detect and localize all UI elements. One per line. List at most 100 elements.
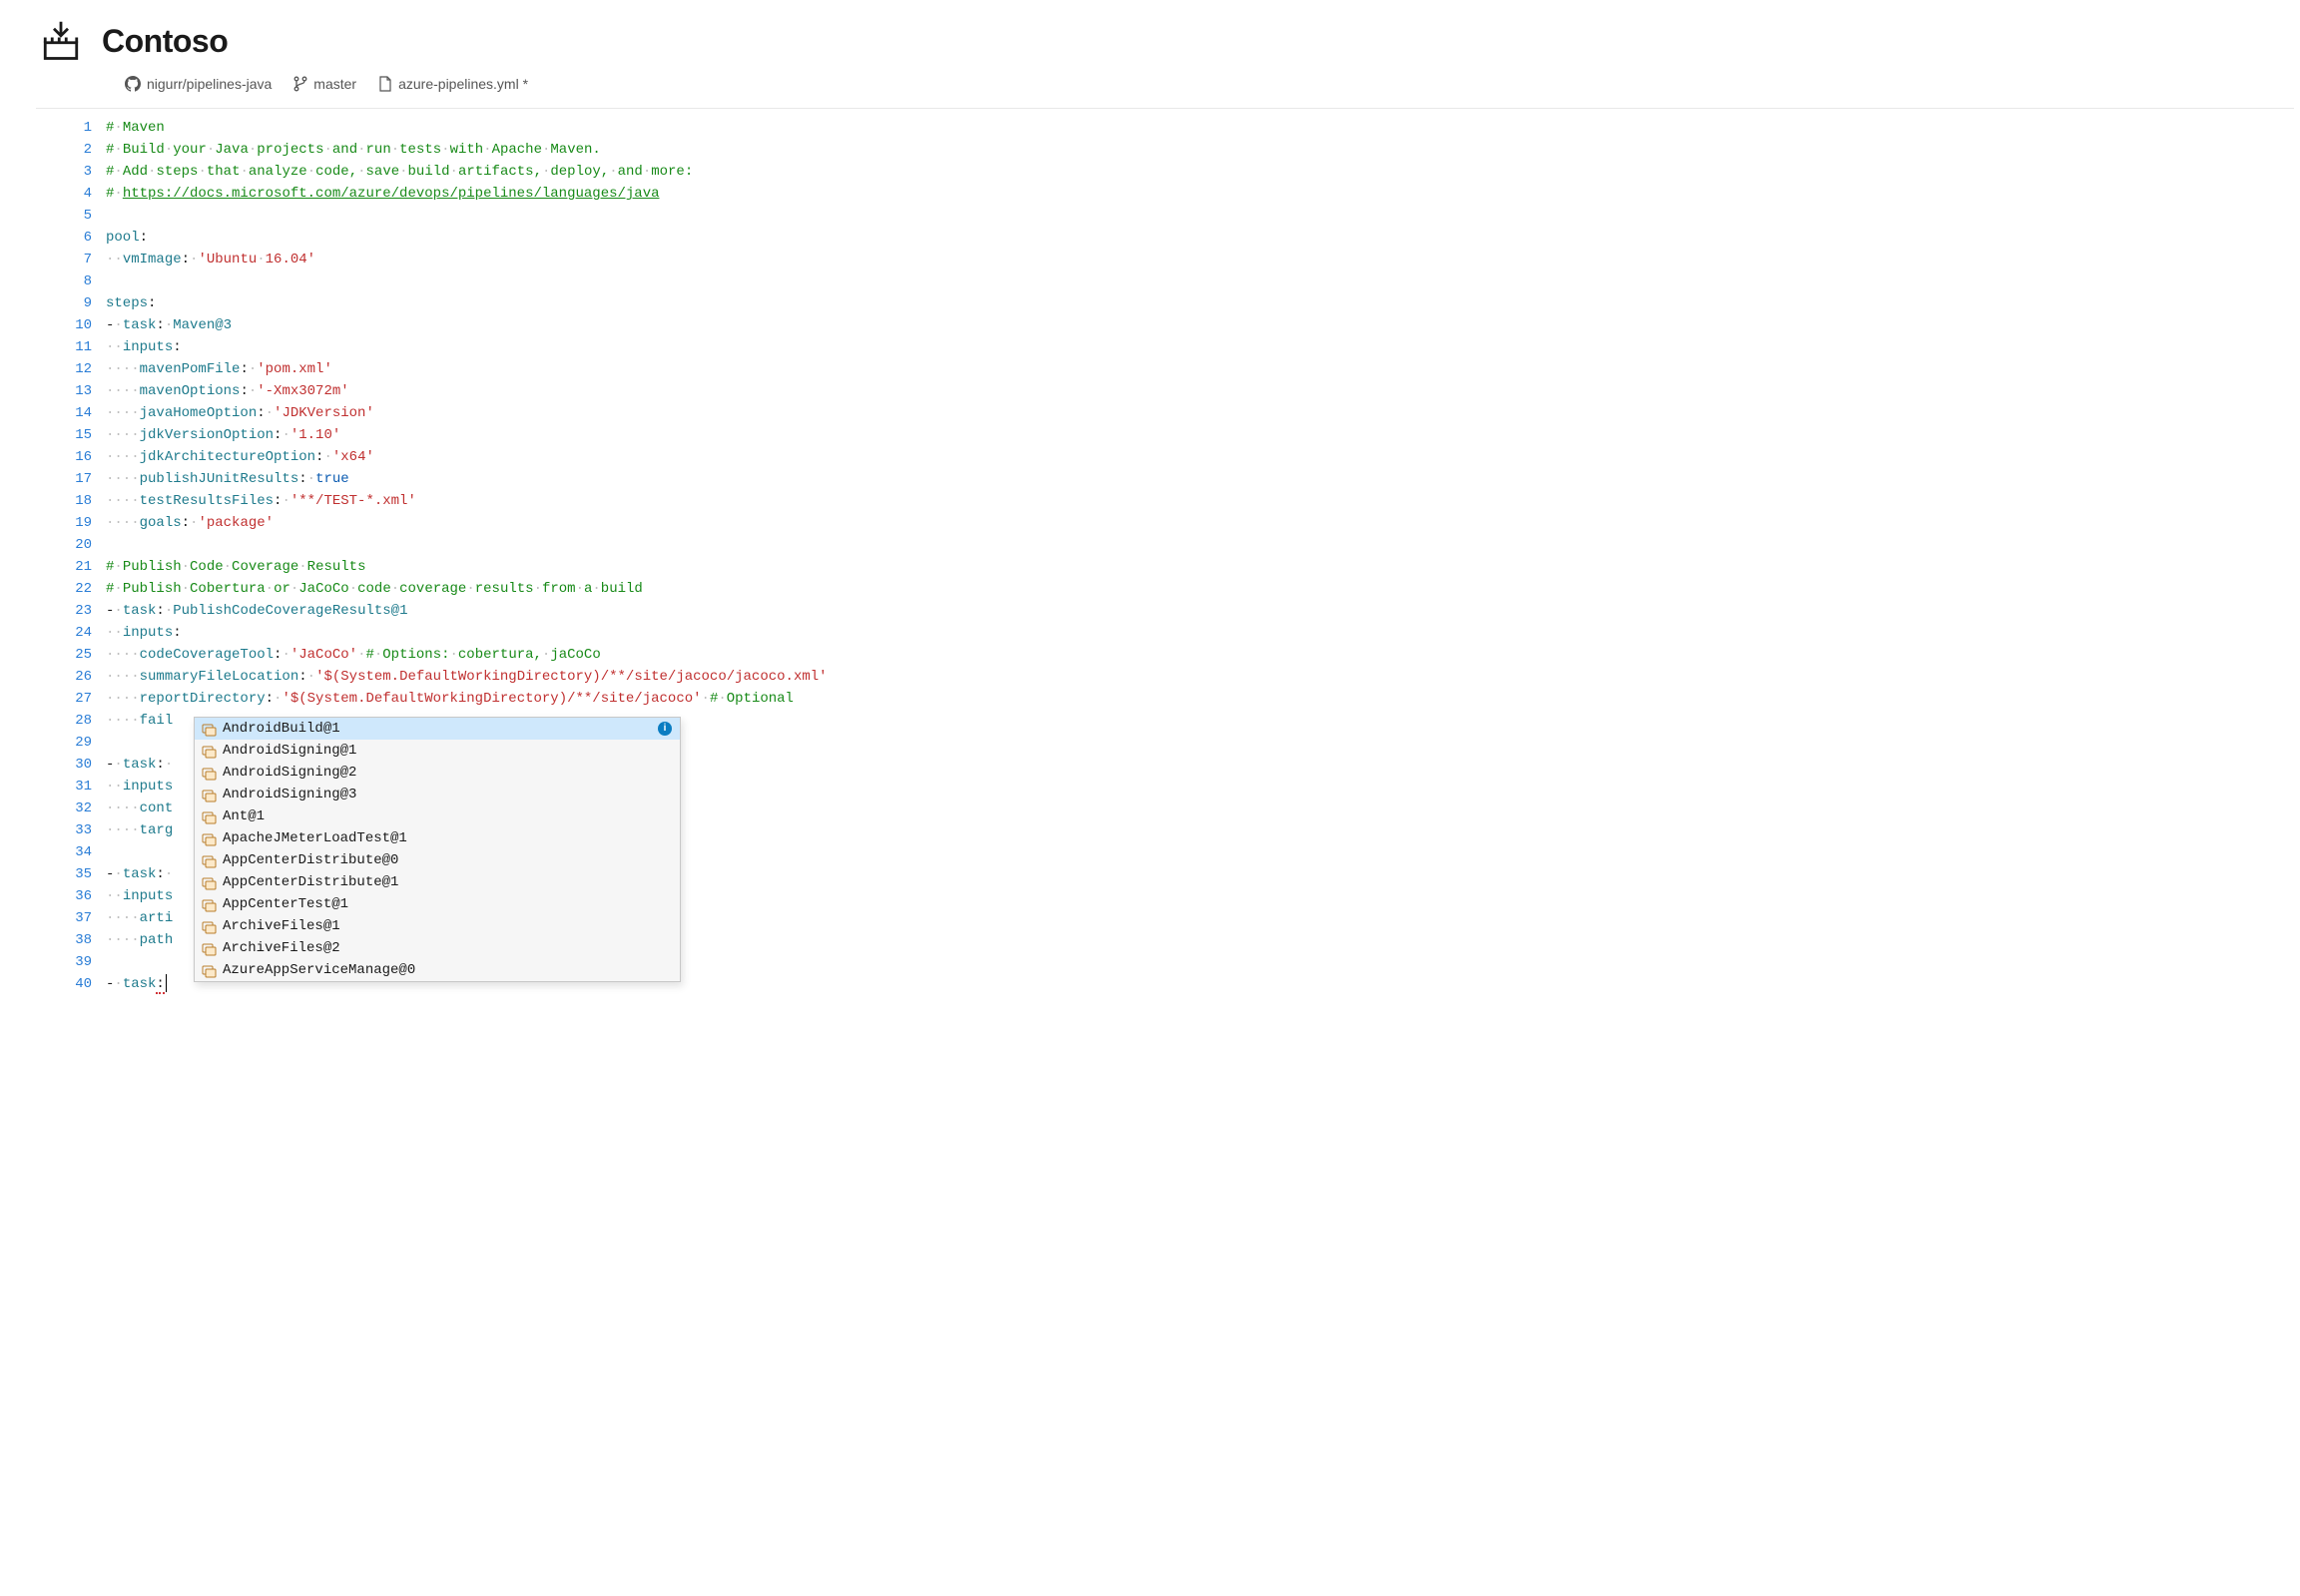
code-line[interactable]: steps: <box>106 292 2294 314</box>
repo-label: nigurr/pipelines-java <box>147 76 272 92</box>
autocomplete-item-label: AppCenterDistribute@1 <box>223 871 398 893</box>
line-number: 28 <box>36 710 92 732</box>
autocomplete-item[interactable]: ArchiveFiles@1 <box>195 915 680 937</box>
line-number: 23 <box>36 600 92 622</box>
autocomplete-item-label: ApacheJMeterLoadTest@1 <box>223 827 407 849</box>
file-label: azure-pipelines.yml * <box>398 76 528 92</box>
autocomplete-item[interactable]: ArchiveFiles@2 <box>195 937 680 959</box>
code-area[interactable]: #·Maven#·Build·your·Java·projects·and·ru… <box>106 109 2294 1003</box>
line-number: 8 <box>36 270 92 292</box>
editor[interactable]: 1234567891011121314151617181920212223242… <box>36 108 2294 1003</box>
code-line[interactable]: ····failAndroidBuild@1iAndroidSigning@1A… <box>106 710 2294 732</box>
line-number: 7 <box>36 249 92 270</box>
snippet-icon <box>201 874 217 890</box>
autocomplete-item[interactable]: AndroidSigning@3 <box>195 784 680 805</box>
line-number: 3 <box>36 161 92 183</box>
code-line[interactable]: pool: <box>106 227 2294 249</box>
code-line[interactable]: ····goals:·'package' <box>106 512 2294 534</box>
code-line[interactable]: ··vmImage:·'Ubuntu·16.04' <box>106 249 2294 270</box>
code-line[interactable] <box>106 534 2294 556</box>
line-number: 32 <box>36 798 92 819</box>
repo-crumb[interactable]: nigurr/pipelines-java <box>125 76 272 92</box>
autocomplete-item[interactable]: AzureAppServiceManage@0 <box>195 959 680 981</box>
code-line[interactable]: ····mavenOptions:·'-Xmx3072m' <box>106 380 2294 402</box>
code-line[interactable]: -·task:·PublishCodeCoverageResults@1 <box>106 600 2294 622</box>
autocomplete-item[interactable]: Ant@1 <box>195 805 680 827</box>
line-number: 35 <box>36 863 92 885</box>
branch-label: master <box>313 76 356 92</box>
branch-crumb[interactable]: master <box>293 76 356 92</box>
line-number: 39 <box>36 951 92 973</box>
code-line[interactable]: ····jdkArchitectureOption:·'x64' <box>106 446 2294 468</box>
line-number: 5 <box>36 205 92 227</box>
code-line[interactable]: #·Maven <box>106 117 2294 139</box>
file-icon <box>378 76 392 92</box>
autocomplete-popup[interactable]: AndroidBuild@1iAndroidSigning@1AndroidSi… <box>194 717 681 982</box>
autocomplete-item[interactable]: AndroidSigning@2 <box>195 762 680 784</box>
line-number: 22 <box>36 578 92 600</box>
line-number: 17 <box>36 468 92 490</box>
code-line[interactable]: ····jdkVersionOption:·'1.10' <box>106 424 2294 446</box>
branch-icon <box>293 76 307 92</box>
code-line[interactable]: ····testResultsFiles:·'**/TEST-*.xml' <box>106 490 2294 512</box>
code-line[interactable]: -·task:·Maven@3 <box>106 314 2294 336</box>
line-number: 24 <box>36 622 92 644</box>
file-crumb[interactable]: azure-pipelines.yml * <box>378 76 528 92</box>
autocomplete-item[interactable]: AppCenterDistribute@0 <box>195 849 680 871</box>
info-icon[interactable]: i <box>658 722 672 736</box>
code-line[interactable]: ····publishJUnitResults:·true <box>106 468 2294 490</box>
code-line[interactable] <box>106 270 2294 292</box>
line-number: 36 <box>36 885 92 907</box>
line-number: 12 <box>36 358 92 380</box>
snippet-icon <box>201 787 217 802</box>
autocomplete-item-label: AppCenterTest@1 <box>223 893 348 915</box>
github-icon <box>125 76 141 92</box>
autocomplete-item[interactable]: ApacheJMeterLoadTest@1 <box>195 827 680 849</box>
line-number: 29 <box>36 732 92 754</box>
autocomplete-item-label: AndroidSigning@3 <box>223 784 356 805</box>
code-line[interactable]: ··inputs: <box>106 622 2294 644</box>
breadcrumb: nigurr/pipelines-java master azure-pipel… <box>0 68 2300 108</box>
code-line[interactable]: ··inputs: <box>106 336 2294 358</box>
line-number: 6 <box>36 227 92 249</box>
autocomplete-item-label: AppCenterDistribute@0 <box>223 849 398 871</box>
snippet-icon <box>201 721 217 737</box>
autocomplete-item-label: AndroidBuild@1 <box>223 718 340 740</box>
autocomplete-item[interactable]: AppCenterTest@1 <box>195 893 680 915</box>
autocomplete-item-label: AndroidSigning@2 <box>223 762 356 784</box>
line-number: 33 <box>36 819 92 841</box>
line-number: 34 <box>36 841 92 863</box>
autocomplete-item-label: ArchiveFiles@2 <box>223 937 340 959</box>
code-line[interactable]: #·Publish·Code·Coverage·Results <box>106 556 2294 578</box>
snippet-icon <box>201 940 217 956</box>
line-number: 4 <box>36 183 92 205</box>
snippet-icon <box>201 896 217 912</box>
autocomplete-item[interactable]: AppCenterDistribute@1 <box>195 871 680 893</box>
line-number: 9 <box>36 292 92 314</box>
code-line[interactable]: ····codeCoverageTool:·'JaCoCo'·#·Options… <box>106 644 2294 666</box>
autocomplete-item-label: Ant@1 <box>223 805 265 827</box>
autocomplete-item-label: AzureAppServiceManage@0 <box>223 959 415 981</box>
line-number: 10 <box>36 314 92 336</box>
line-number: 18 <box>36 490 92 512</box>
autocomplete-item[interactable]: AndroidSigning@1 <box>195 740 680 762</box>
code-line[interactable]: #·https://docs.microsoft.com/azure/devop… <box>106 183 2294 205</box>
code-line[interactable]: ····summaryFileLocation:·'$(System.Defau… <box>106 666 2294 688</box>
code-line[interactable]: #·Publish·Cobertura·or·JaCoCo·code·cover… <box>106 578 2294 600</box>
code-line[interactable]: ····javaHomeOption:·'JDKVersion' <box>106 402 2294 424</box>
code-line[interactable]: ····mavenPomFile:·'pom.xml' <box>106 358 2294 380</box>
logo-icon <box>40 20 82 62</box>
line-number: 25 <box>36 644 92 666</box>
snippet-icon <box>201 765 217 781</box>
page-title: Contoso <box>102 23 228 60</box>
line-number: 15 <box>36 424 92 446</box>
line-number: 40 <box>36 973 92 995</box>
code-line[interactable]: ····reportDirectory:·'$(System.DefaultWo… <box>106 688 2294 710</box>
line-number: 38 <box>36 929 92 951</box>
code-line[interactable] <box>106 205 2294 227</box>
snippet-icon <box>201 743 217 759</box>
code-line[interactable]: #·Build·your·Java·projects·and·run·tests… <box>106 139 2294 161</box>
snippet-icon <box>201 918 217 934</box>
autocomplete-item[interactable]: AndroidBuild@1 i <box>195 718 680 740</box>
code-line[interactable]: #·Add·steps·that·analyze·code,·save·buil… <box>106 161 2294 183</box>
